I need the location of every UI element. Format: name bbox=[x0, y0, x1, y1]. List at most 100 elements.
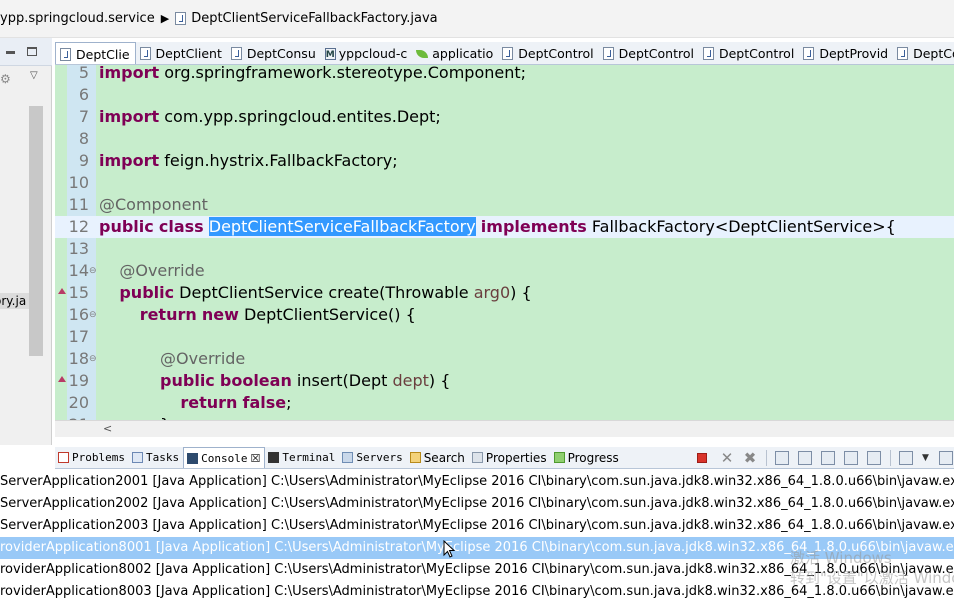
override-marker-icon[interactable] bbox=[58, 376, 66, 382]
code-keyword: implements bbox=[480, 217, 587, 236]
code-line[interactable]: 15 public DeptClientService create(Throw… bbox=[55, 282, 954, 304]
code-annotation: @Override bbox=[160, 349, 246, 368]
override-marker-icon[interactable] bbox=[58, 288, 66, 294]
close-tab-icon[interactable]: ☒ bbox=[250, 452, 260, 465]
console-toolbar: ✕ ✖ ▼ ▼ bbox=[697, 449, 954, 467]
code-text: return false; bbox=[99, 392, 291, 414]
link-editor-icon[interactable]: ⚙ bbox=[0, 72, 11, 86]
toolbar-divider bbox=[890, 450, 891, 466]
breadcrumb-file[interactable]: DeptClientServiceFallbackFactory.java bbox=[191, 11, 437, 26]
progress-icon bbox=[553, 452, 565, 463]
code-keyword: boolean bbox=[219, 371, 292, 390]
scroll-left-icon[interactable]: < bbox=[103, 422, 112, 435]
console-launch-row[interactable]: ServerApplication2002 [Java Application]… bbox=[0, 493, 954, 515]
editor-tab[interactable]: DeptClie bbox=[55, 42, 136, 64]
code-line[interactable]: 14 ⊖ @Override bbox=[55, 260, 954, 282]
console-launch-row[interactable]: ServerApplication2003 [Java Application]… bbox=[0, 515, 954, 537]
breadcrumb-package[interactable]: ypp.springcloud.service bbox=[0, 11, 155, 26]
editor-tab-label: DeptControl bbox=[518, 46, 594, 61]
console-launch-row[interactable]: ServerApplication2001 [Java Application]… bbox=[0, 471, 954, 493]
code-line[interactable]: 11 @Component bbox=[55, 194, 954, 216]
remove-all-terminated-icon[interactable]: ✖ bbox=[743, 451, 757, 466]
code-editor[interactable]: 5 import org.springframework.stereotype.C… bbox=[55, 65, 954, 420]
editor-tab-label: DeptCon bbox=[913, 46, 954, 61]
show-console-icon[interactable] bbox=[844, 451, 858, 465]
code-line[interactable]: 18 ⊖ @Override bbox=[55, 348, 954, 370]
code-line[interactable]: 12 public class DeptClientServiceFallback… bbox=[55, 216, 954, 238]
fold-toggle-icon[interactable]: ⊖ bbox=[89, 260, 97, 282]
editor-tab[interactable]: DeptConsu bbox=[227, 42, 321, 64]
code-line[interactable]: 6 bbox=[55, 84, 954, 106]
code-line[interactable]: 9 import feign.hystrix.FallbackFactory; bbox=[55, 150, 954, 172]
editor-tab[interactable]: DeptClient bbox=[136, 42, 227, 64]
java-file-icon bbox=[602, 47, 614, 60]
fold-toggle-icon[interactable]: ⊖ bbox=[89, 348, 97, 370]
java-file-icon bbox=[502, 47, 514, 60]
code-line[interactable]: 7 import com.ypp.springcloud.entites.Dept… bbox=[55, 106, 954, 128]
editor-tab-label: DeptControl bbox=[618, 46, 694, 61]
code-line[interactable]: 16 ⊖ return new DeptClientService() { bbox=[55, 304, 954, 326]
editor-tab-label: DeptProvid bbox=[819, 46, 889, 61]
fold-toggle-icon[interactable]: ⊖ bbox=[89, 304, 97, 326]
code-keyword: import bbox=[99, 151, 160, 170]
vertical-scrollbar[interactable] bbox=[29, 106, 43, 356]
tab-tasks[interactable]: Tasks bbox=[129, 447, 183, 468]
console-launch-row[interactable]: roviderApplication8001 [Java Application… bbox=[0, 537, 954, 559]
tab-properties[interactable]: Properties bbox=[469, 447, 551, 468]
scroll-lock-icon[interactable] bbox=[798, 451, 812, 465]
remove-launch-icon[interactable]: ✕ bbox=[720, 451, 734, 466]
code-token: ) { bbox=[428, 371, 451, 390]
editor-tab[interactable]: DeptControl bbox=[699, 42, 799, 64]
code-line[interactable]: 20 return false; bbox=[55, 392, 954, 414]
code-line[interactable]: 13 bbox=[55, 238, 954, 260]
chevron-down-icon[interactable]: ▼ bbox=[922, 451, 930, 465]
editor-tab[interactable]: DeptControl bbox=[599, 42, 699, 64]
line-number: 18 bbox=[68, 349, 89, 368]
console-launch-list: ServerApplication2001 [Java Application]… bbox=[0, 471, 954, 598]
console-launch-row[interactable]: roviderApplication8002 [Java Application… bbox=[0, 559, 954, 581]
code-text: public DeptClientService create(Throwabl… bbox=[99, 282, 532, 304]
search-icon bbox=[409, 452, 421, 463]
clear-console-icon[interactable] bbox=[775, 451, 789, 465]
tree-item-file[interactable]: ory.ja bbox=[0, 293, 29, 309]
code-line[interactable]: 10 bbox=[55, 172, 954, 194]
code-token: insert(Dept bbox=[291, 371, 393, 390]
tab-problems[interactable]: Problems bbox=[55, 447, 129, 468]
tab-search[interactable]: Search bbox=[407, 447, 469, 468]
code-line[interactable]: 19 public boolean insert(Dept dept) { bbox=[55, 370, 954, 392]
code-line[interactable]: 8 bbox=[55, 128, 954, 150]
minimize-icon[interactable] bbox=[6, 51, 15, 54]
tab-label: Tasks bbox=[145, 451, 180, 464]
maximize-icon[interactable] bbox=[27, 47, 37, 56]
editor-tab[interactable]: applicatio bbox=[412, 42, 498, 64]
code-keyword: return bbox=[180, 393, 238, 412]
code-token: ) { bbox=[510, 283, 532, 302]
tab-progress[interactable]: Progress bbox=[551, 447, 623, 468]
console-launch-row[interactable]: roviderApplication8003 [Java Application… bbox=[0, 581, 954, 598]
line-number: 17 bbox=[68, 327, 89, 346]
tab-console[interactable]: Console ☒ bbox=[183, 447, 266, 468]
open-console-icon[interactable] bbox=[939, 451, 953, 465]
code-line[interactable]: 5 import org.springframework.stereotype.C… bbox=[55, 65, 954, 84]
code-parameter: arg0 bbox=[473, 283, 511, 302]
tab-terminal[interactable]: Terminal bbox=[265, 447, 339, 468]
pin-console-icon[interactable] bbox=[867, 451, 881, 465]
view-menu-icon[interactable]: ▽ bbox=[30, 70, 38, 81]
editor-tab[interactable]: DeptProvid bbox=[799, 42, 893, 64]
terminate-icon[interactable] bbox=[697, 453, 707, 463]
editor-tab[interactable]: DeptCon bbox=[893, 42, 954, 64]
editor-tab[interactable]: Myppcloud-c bbox=[321, 42, 413, 64]
code-line[interactable]: 17 bbox=[55, 326, 954, 348]
horizontal-scrollbar[interactable]: < bbox=[55, 420, 954, 437]
tasks-icon bbox=[131, 452, 143, 463]
code-annotation: @Override bbox=[119, 261, 205, 280]
line-number: 8 bbox=[78, 129, 89, 148]
tab-servers[interactable]: Servers bbox=[339, 447, 406, 468]
word-wrap-icon[interactable] bbox=[821, 451, 835, 465]
editor-tab[interactable]: DeptControl bbox=[498, 42, 598, 64]
display-selected-console-icon[interactable] bbox=[899, 451, 913, 465]
editor-tab-label: DeptControl bbox=[718, 46, 795, 61]
